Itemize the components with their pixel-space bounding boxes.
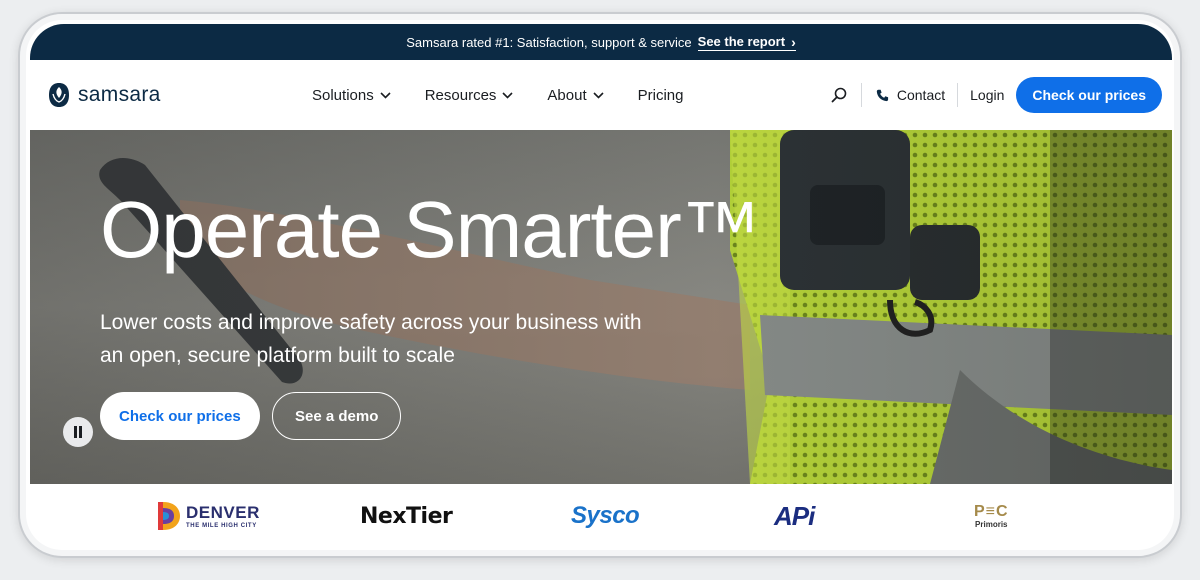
nav-item-label: Solutions — [312, 86, 374, 104]
customer-logos-strip: DENVER THE MILE HIGH CITY NexTier Sysco … — [30, 484, 1172, 548]
hero-section: Operate Smarter™ Lower costs and improve… — [30, 130, 1172, 484]
denver-wordmark: DENVER THE MILE HIGH CITY — [186, 504, 260, 529]
login-link[interactable]: Login — [958, 87, 1016, 103]
nav-menu: Solutions Resources About Pricing — [312, 60, 683, 130]
see-demo-button[interactable]: See a demo — [272, 392, 402, 440]
contact-label: Contact — [896, 87, 946, 103]
nav-actions: Contact Login Check our prices — [831, 60, 1162, 130]
nav-item-label: Resources — [424, 86, 497, 104]
chevron-down-icon — [380, 91, 391, 99]
brand-name: samsara — [78, 83, 161, 106]
see-report-link[interactable]: See the report › — [697, 33, 796, 51]
sysco-logo: Sysco — [571, 502, 640, 529]
chevron-right-icon: › — [791, 33, 796, 50]
nav-item-solutions[interactable]: Solutions — [312, 87, 391, 104]
contact-link[interactable]: Contact — [862, 87, 957, 103]
denver-logo: DENVER THE MILE HIGH CITY — [158, 484, 260, 548]
phone-icon — [876, 89, 888, 101]
hero-title: Operate Smarter™ — [100, 185, 761, 274]
pause-icon — [74, 426, 82, 438]
check-prices-nav-button[interactable]: Check our prices — [1016, 77, 1162, 113]
chevron-down-icon — [593, 91, 604, 99]
chevron-down-icon — [502, 91, 513, 99]
device-frame: Samsara rated #1: Satisfaction, support … — [18, 12, 1182, 558]
api-logo: APi — [774, 500, 815, 531]
samsara-logo[interactable]: samsara — [48, 82, 161, 108]
hero-subtitle: Lower costs and improve safety across yo… — [100, 311, 642, 367]
pause-video-button[interactable] — [63, 417, 93, 447]
denver-tagline: THE MILE HIGH CITY — [186, 522, 257, 529]
primoris-name: Primoris — [975, 519, 1008, 529]
nav-item-label: About — [547, 86, 587, 104]
announcement-text: Samsara rated #1: Satisfaction, support … — [406, 34, 692, 50]
nav-item-resources[interactable]: Resources — [425, 87, 514, 104]
see-report-label: See the report — [697, 34, 786, 49]
search-icon[interactable] — [831, 87, 847, 103]
nav-item-about[interactable]: About — [547, 86, 604, 104]
browser-viewport: Samsara rated #1: Satisfaction, support … — [30, 24, 1172, 548]
denver-name: DENVER — [186, 502, 260, 522]
primoris-mark: P≡C — [974, 502, 1009, 520]
main-navigation: samsara Solutions Resources About Pricin… — [30, 60, 1172, 130]
nav-item-pricing[interactable]: Pricing — [638, 87, 684, 104]
check-prices-hero-button[interactable]: Check our prices — [100, 392, 260, 440]
primoris-logo: P≡C Primoris — [974, 484, 1009, 548]
announcement-bar: Samsara rated #1: Satisfaction, support … — [30, 24, 1172, 60]
denver-mark-icon — [158, 502, 180, 530]
nav-item-label: Pricing — [637, 86, 684, 104]
samsara-mark-icon — [49, 83, 69, 107]
nextier-logo: NexTier — [360, 503, 453, 529]
